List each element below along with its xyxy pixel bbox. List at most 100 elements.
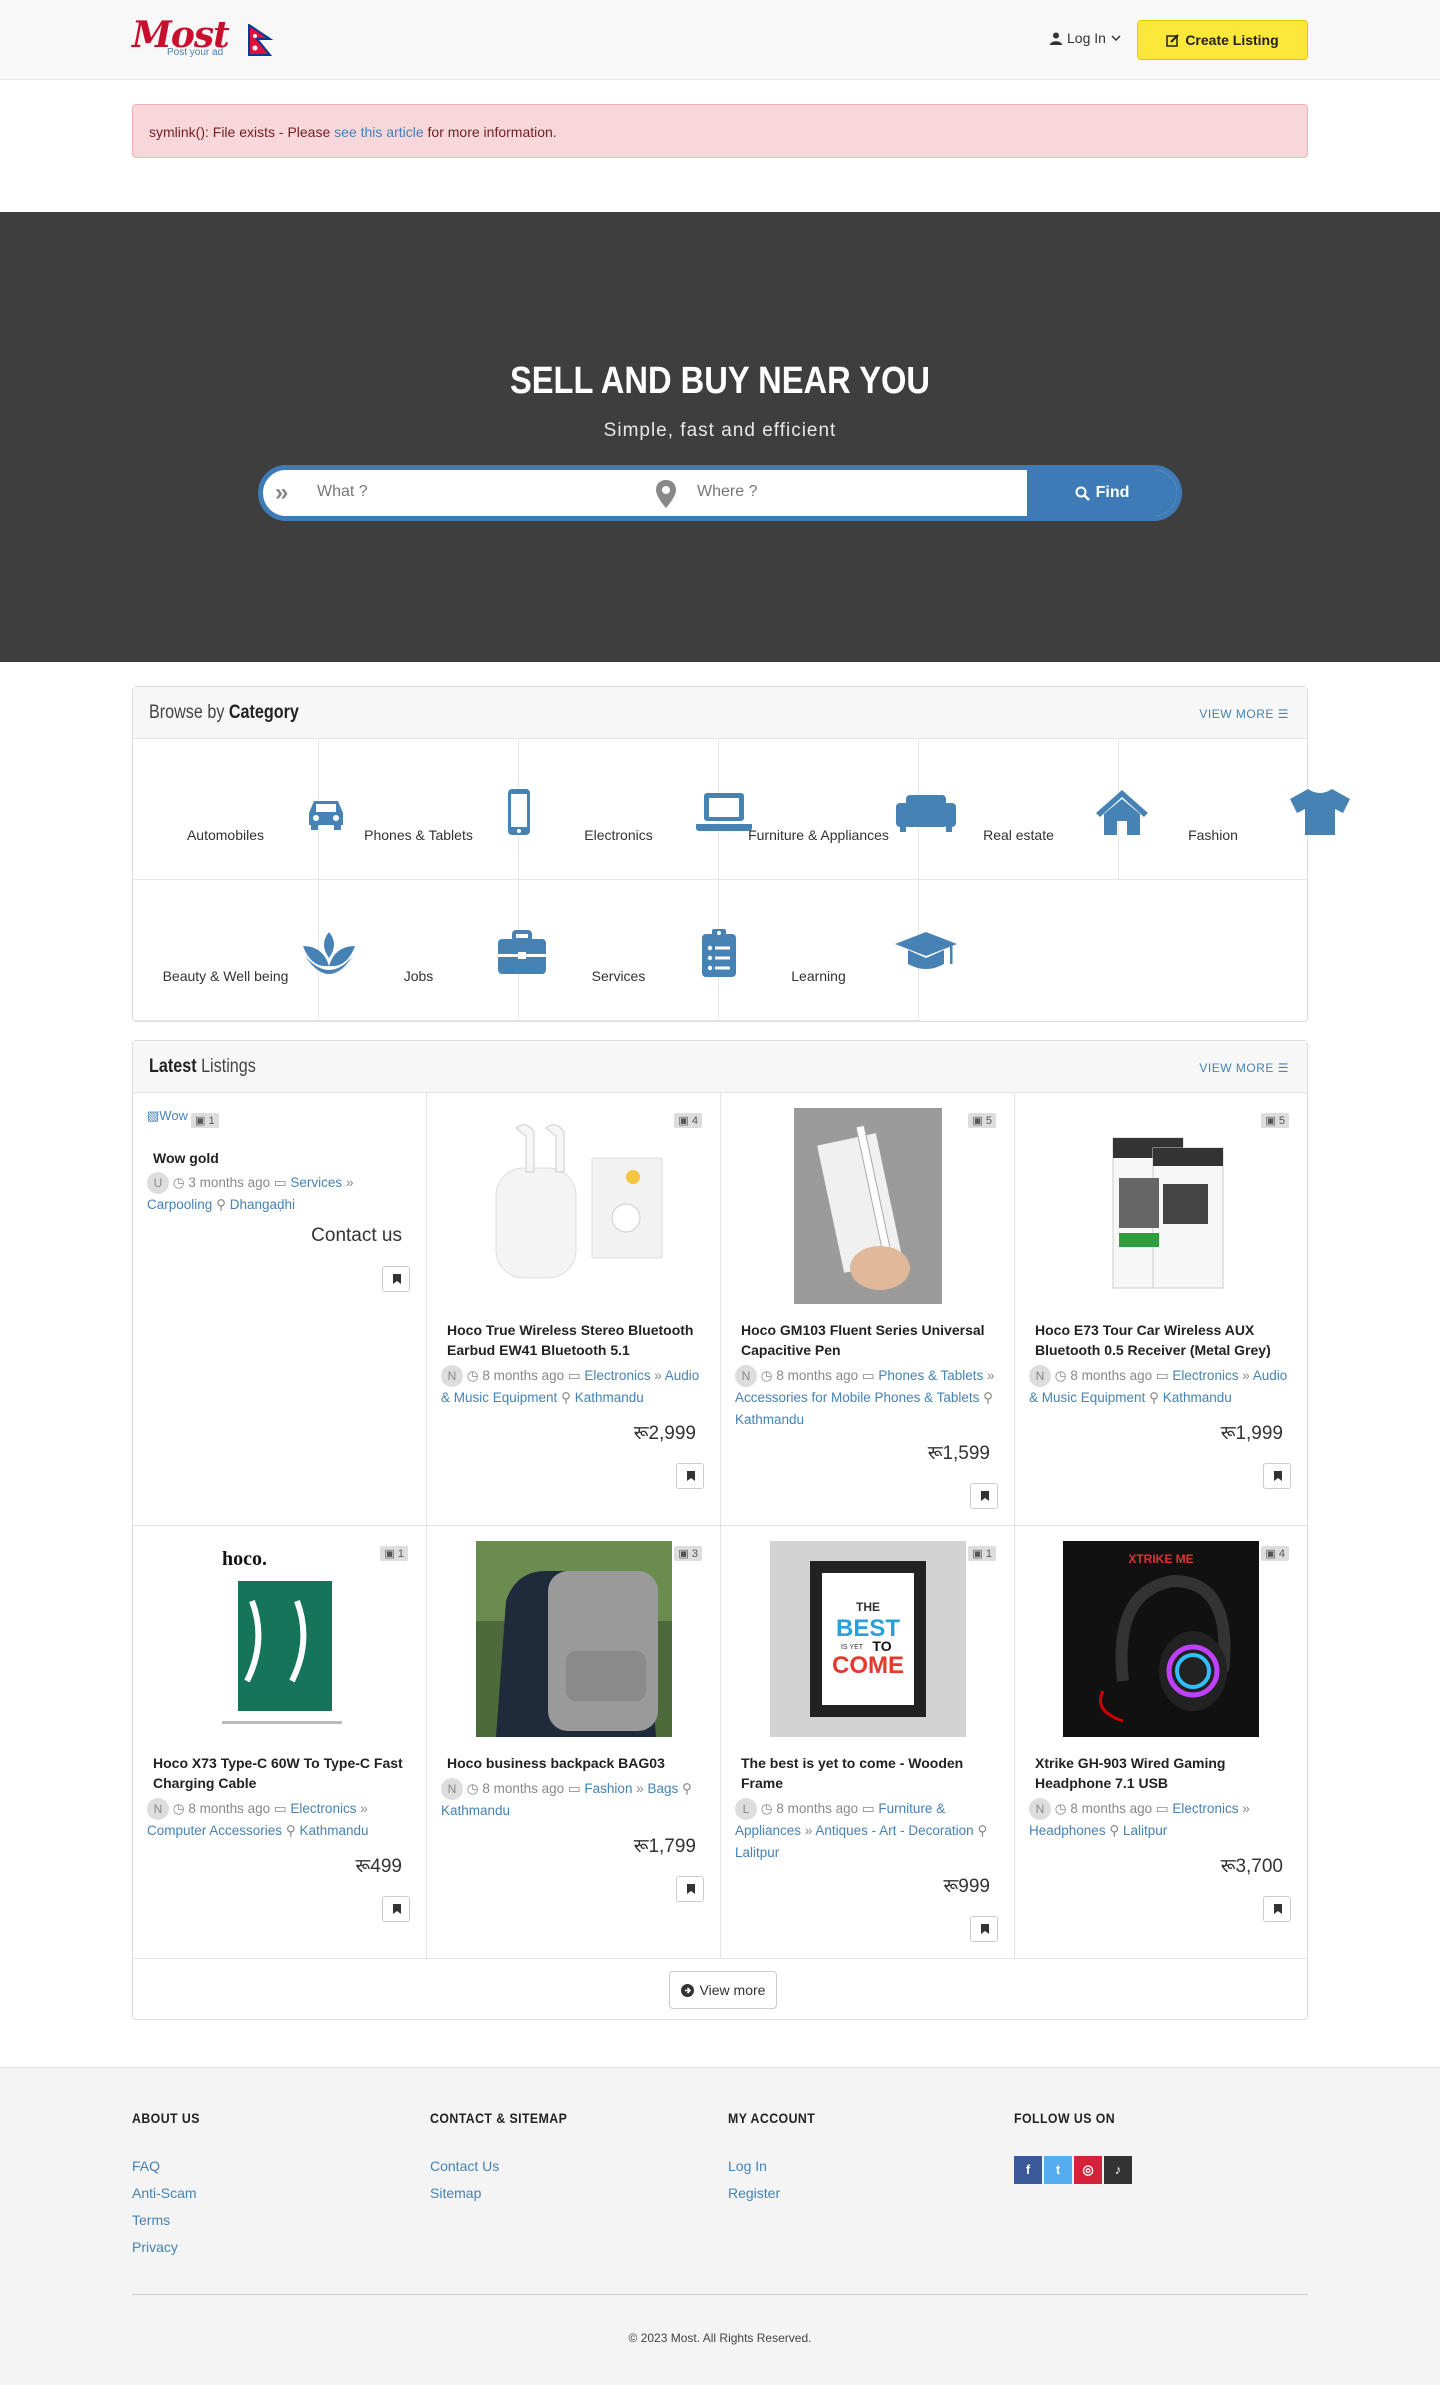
category-phones-tablets[interactable]: Phones & Tablets: [319, 739, 530, 880]
avatar[interactable]: N: [441, 1778, 463, 1801]
listing-title[interactable]: Hoco E73 Tour Car Wireless AUX Bluetooth…: [1035, 1320, 1295, 1360]
listing-card[interactable]: ▣ 5 Hoco GM103 Fluent Series Universal C…: [721, 1093, 1015, 1526]
avatar[interactable]: N: [441, 1365, 463, 1388]
search-icon: [1075, 486, 1090, 501]
listing-category-link[interactable]: Electronics: [584, 1368, 650, 1383]
listing-location-link[interactable]: Kathmandu: [735, 1412, 804, 1427]
listing-title[interactable]: Xtrike GH-903 Wired Gaming Headphone 7.1…: [1035, 1753, 1295, 1793]
view-more-button[interactable]: View more: [669, 1971, 777, 2009]
category-view-more-link[interactable]: VIEW MORE ☰: [1199, 707, 1289, 721]
facebook-icon[interactable]: f: [1014, 2156, 1042, 2184]
category-electronics[interactable]: Electronics: [519, 739, 752, 880]
bookmark-icon[interactable]: [676, 1463, 704, 1489]
listing-image[interactable]: [475, 1108, 672, 1304]
listing-card[interactable]: ▧Wow ▣ 1 Wow gold U ◷ 3 months ago ▭ Ser…: [133, 1093, 427, 1526]
avatar[interactable]: N: [1029, 1365, 1051, 1388]
login-dropdown[interactable]: Log In: [1050, 30, 1121, 46]
site-logo[interactable]: Most Post your ad: [132, 14, 230, 62]
bookmark-icon[interactable]: [676, 1876, 704, 1902]
tiktok-icon[interactable]: ♪: [1104, 2156, 1132, 2184]
listing-image[interactable]: THE BEST IS YET TO COME: [769, 1541, 966, 1737]
category-beauty-well-being[interactable]: Beauty & Well being: [133, 880, 355, 1021]
listing-subcategory-link[interactable]: Carpooling: [147, 1197, 212, 1212]
instagram-icon[interactable]: ◎: [1074, 2156, 1102, 2184]
create-listing-button[interactable]: Create Listing: [1137, 20, 1308, 60]
avatar[interactable]: N: [147, 1798, 169, 1821]
latest-view-more-link[interactable]: VIEW MORE ☰: [1199, 1061, 1289, 1075]
listing-subcategory-link[interactable]: Computer Accessories: [147, 1823, 282, 1838]
map-marker-icon: ⚲: [983, 1390, 994, 1406]
listing-image[interactable]: XTRIKE ME: [1063, 1541, 1259, 1737]
listing-location-link[interactable]: Kathmandu: [575, 1390, 644, 1405]
listing-title[interactable]: Hoco business backpack BAG03: [447, 1753, 707, 1773]
listing-card[interactable]: XTRIKE ME ▣ 4 Xtrike GH-903 Wired Gaming…: [1015, 1526, 1307, 1959]
listing-title[interactable]: The best is yet to come - Wooden Frame: [741, 1753, 1001, 1793]
search-what-input[interactable]: What ?: [317, 483, 368, 501]
listing-category-link[interactable]: Electronics: [1172, 1368, 1238, 1383]
category-furniture-appliances[interactable]: Furniture & Appliances: [719, 739, 956, 880]
category-learning[interactable]: Learning: [719, 880, 957, 1021]
listing-category-link[interactable]: Electronics: [1172, 1801, 1238, 1816]
footer-link-privacy[interactable]: Privacy: [132, 2239, 178, 2255]
footer-follow-heading: FOLLOW US ON: [1014, 2110, 1116, 2126]
bookmark-icon[interactable]: [1263, 1896, 1291, 1922]
listing-location-link[interactable]: Lalitpur: [1123, 1823, 1167, 1838]
title-bold: Category: [228, 702, 299, 723]
category-jobs[interactable]: Jobs: [319, 880, 546, 1021]
footer-link-contact-us[interactable]: Contact Us: [430, 2158, 499, 2174]
bookmark-icon[interactable]: [970, 1916, 998, 1942]
listing-title[interactable]: Hoco GM103 Fluent Series Universal Capac…: [741, 1320, 1001, 1360]
listing-card[interactable]: THE BEST IS YET TO COME ▣ 1 The best is yet …: [721, 1526, 1015, 1959]
listing-location-link[interactable]: Kathmandu: [441, 1803, 510, 1818]
category-fashion[interactable]: Fashion: [1119, 739, 1350, 880]
category-panel-header: Browse by Category VIEW MORE ☰: [133, 687, 1307, 739]
category-automobiles[interactable]: Automobiles: [133, 739, 343, 880]
footer-link-register[interactable]: Register: [728, 2185, 780, 2201]
listing-image[interactable]: hoco.: [181, 1541, 378, 1737]
find-button[interactable]: Find: [1027, 470, 1177, 516]
avatar[interactable]: L: [735, 1798, 757, 1821]
listing-category-link[interactable]: Fashion: [584, 1781, 632, 1796]
listing-location-link[interactable]: Dhangaḍhi: [230, 1197, 295, 1212]
bookmark-icon[interactable]: [1263, 1463, 1291, 1489]
listing-subcategory-link[interactable]: Antiques - Art - Decoration: [815, 1823, 973, 1838]
footer-link-login[interactable]: Log In: [728, 2158, 767, 2174]
bookmark-icon[interactable]: [970, 1483, 998, 1509]
search-where-input[interactable]: Where ?: [697, 483, 757, 501]
listing-title[interactable]: Wow gold: [153, 1148, 413, 1168]
nepal-flag-icon[interactable]: [248, 23, 274, 56]
listing-location-link[interactable]: Kathmandu: [1163, 1390, 1232, 1405]
listing-category-link[interactable]: Phones & Tablets: [878, 1368, 983, 1383]
listing-image[interactable]: [475, 1541, 672, 1737]
alert-article-link[interactable]: see this article: [334, 124, 423, 140]
avatar[interactable]: U: [147, 1172, 169, 1195]
listing-location-link[interactable]: Lalitpur: [735, 1845, 779, 1860]
listing-subcategory-link[interactable]: Accessories for Mobile Phones & Tablets: [735, 1390, 979, 1405]
avatar[interactable]: N: [1029, 1798, 1051, 1821]
footer-link-faq[interactable]: FAQ: [132, 2158, 160, 2174]
footer-link-terms[interactable]: Terms: [132, 2212, 170, 2228]
listing-subcategory-link[interactable]: Bags: [648, 1781, 679, 1796]
twitter-icon[interactable]: t: [1044, 2156, 1072, 2184]
breadcrumb-separator: »: [360, 1801, 368, 1816]
avatar[interactable]: N: [735, 1365, 757, 1388]
category-real-estate[interactable]: Real estate: [919, 739, 1148, 880]
category-services[interactable]: Services: [519, 880, 736, 1021]
footer-link-sitemap[interactable]: Sitemap: [430, 2185, 481, 2201]
listing-subcategory-link[interactable]: Headphones: [1029, 1823, 1106, 1838]
listing-image[interactable]: [1063, 1108, 1259, 1304]
bookmark-icon[interactable]: [382, 1896, 410, 1922]
listing-location-link[interactable]: Kathmandu: [299, 1823, 368, 1838]
listing-card[interactable]: ▣ 5 Hoco E73 Tour Car Wireless AUX Bluet…: [1015, 1093, 1307, 1526]
listing-card[interactable]: ▣ 3 Hoco business backpack BAG03 N ◷ 8 m…: [427, 1526, 721, 1959]
listing-image[interactable]: [770, 1108, 966, 1304]
listing-title[interactable]: Hoco True Wireless Stereo Bluetooth Earb…: [447, 1320, 707, 1360]
listing-title[interactable]: Hoco X73 Type-C 60W To Type-C Fast Charg…: [153, 1753, 413, 1793]
footer-link-anti-scam[interactable]: Anti-Scam: [132, 2185, 197, 2201]
listing-category-link[interactable]: Services: [290, 1175, 342, 1190]
listing-card[interactable]: hoco. ▣ 1 Hoco X73 Type-C 60W To Type-C …: [133, 1526, 427, 1959]
listing-category-link[interactable]: Electronics: [290, 1801, 356, 1816]
bookmark-icon[interactable]: [382, 1266, 410, 1292]
listing-card[interactable]: ▣ 4 Hoco True Wireless Stereo Bluetooth …: [427, 1093, 721, 1526]
listing-meta: U ◷ 3 months ago ▭ Services » Carpooling…: [147, 1172, 417, 1216]
